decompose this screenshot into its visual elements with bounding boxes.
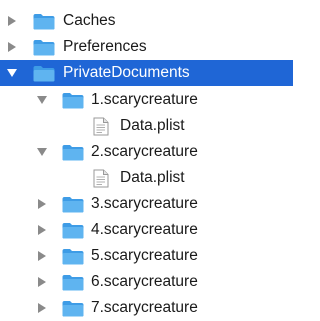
- disclosure-expanded-icon[interactable]: [35, 87, 49, 113]
- file-tree: Caches Preferences PrivateDocuments 1.sc…: [0, 0, 293, 320]
- disclosure-collapsed-icon[interactable]: [35, 217, 49, 243]
- disclosure-collapsed-icon[interactable]: [5, 34, 19, 60]
- folder-icon: [62, 145, 84, 161]
- tree-row-privatedocuments[interactable]: PrivateDocuments: [0, 60, 293, 86]
- folder-icon: [62, 249, 84, 265]
- disclosure-expanded-icon[interactable]: [5, 60, 19, 86]
- tree-item-label: 6.scarycreature: [91, 273, 198, 290]
- disclosure-expanded-icon[interactable]: [35, 139, 49, 165]
- tree-item-label: Data.plist: [120, 117, 185, 134]
- tree-item-label: 1.scarycreature: [91, 91, 198, 108]
- tree-item-label: PrivateDocuments: [63, 64, 190, 81]
- tree-row-scarycreature-5[interactable]: 5.scarycreature: [0, 243, 293, 269]
- tree-item-label: 4.scarycreature: [91, 221, 198, 238]
- disclosure-collapsed-icon[interactable]: [5, 8, 19, 34]
- tree-row-scarycreature-1[interactable]: 1.scarycreature: [0, 87, 293, 113]
- disclosure-collapsed-icon[interactable]: [35, 243, 49, 269]
- tree-row-scarycreature-7[interactable]: 7.scarycreature: [0, 295, 293, 321]
- disclosure-collapsed-icon[interactable]: [35, 269, 49, 295]
- tree-item-label: Preferences: [63, 38, 147, 55]
- folder-icon: [62, 223, 84, 239]
- folder-icon: [62, 275, 84, 291]
- tree-row-caches[interactable]: Caches: [0, 8, 293, 34]
- tree-row-scarycreature-3[interactable]: 3.scarycreature: [0, 191, 293, 217]
- folder-icon: [33, 66, 55, 82]
- tree-row-preferences[interactable]: Preferences: [0, 34, 293, 60]
- folder-icon: [62, 301, 84, 317]
- tree-item-label: 5.scarycreature: [91, 247, 198, 264]
- tree-item-label: 3.scarycreature: [91, 195, 198, 212]
- plist-file-icon: [93, 117, 109, 136]
- tree-row-scarycreature-6[interactable]: 6.scarycreature: [0, 269, 293, 295]
- tree-item-label: 7.scarycreature: [91, 299, 198, 316]
- tree-item-label: 2.scarycreature: [91, 143, 198, 160]
- folder-icon: [62, 93, 84, 109]
- folder-icon: [33, 14, 55, 30]
- plist-file-icon: [93, 169, 109, 188]
- folder-icon: [33, 40, 55, 56]
- disclosure-collapsed-icon[interactable]: [35, 191, 49, 217]
- tree-row-data-plist-2[interactable]: Data.plist: [0, 165, 293, 191]
- tree-row-scarycreature-4[interactable]: 4.scarycreature: [0, 217, 293, 243]
- tree-item-label: Data.plist: [120, 169, 185, 186]
- folder-icon: [62, 197, 84, 213]
- tree-row-scarycreature-2[interactable]: 2.scarycreature: [0, 139, 293, 165]
- disclosure-collapsed-icon[interactable]: [35, 295, 49, 321]
- tree-item-label: Caches: [63, 12, 116, 29]
- tree-row-data-plist-1[interactable]: Data.plist: [0, 113, 293, 139]
